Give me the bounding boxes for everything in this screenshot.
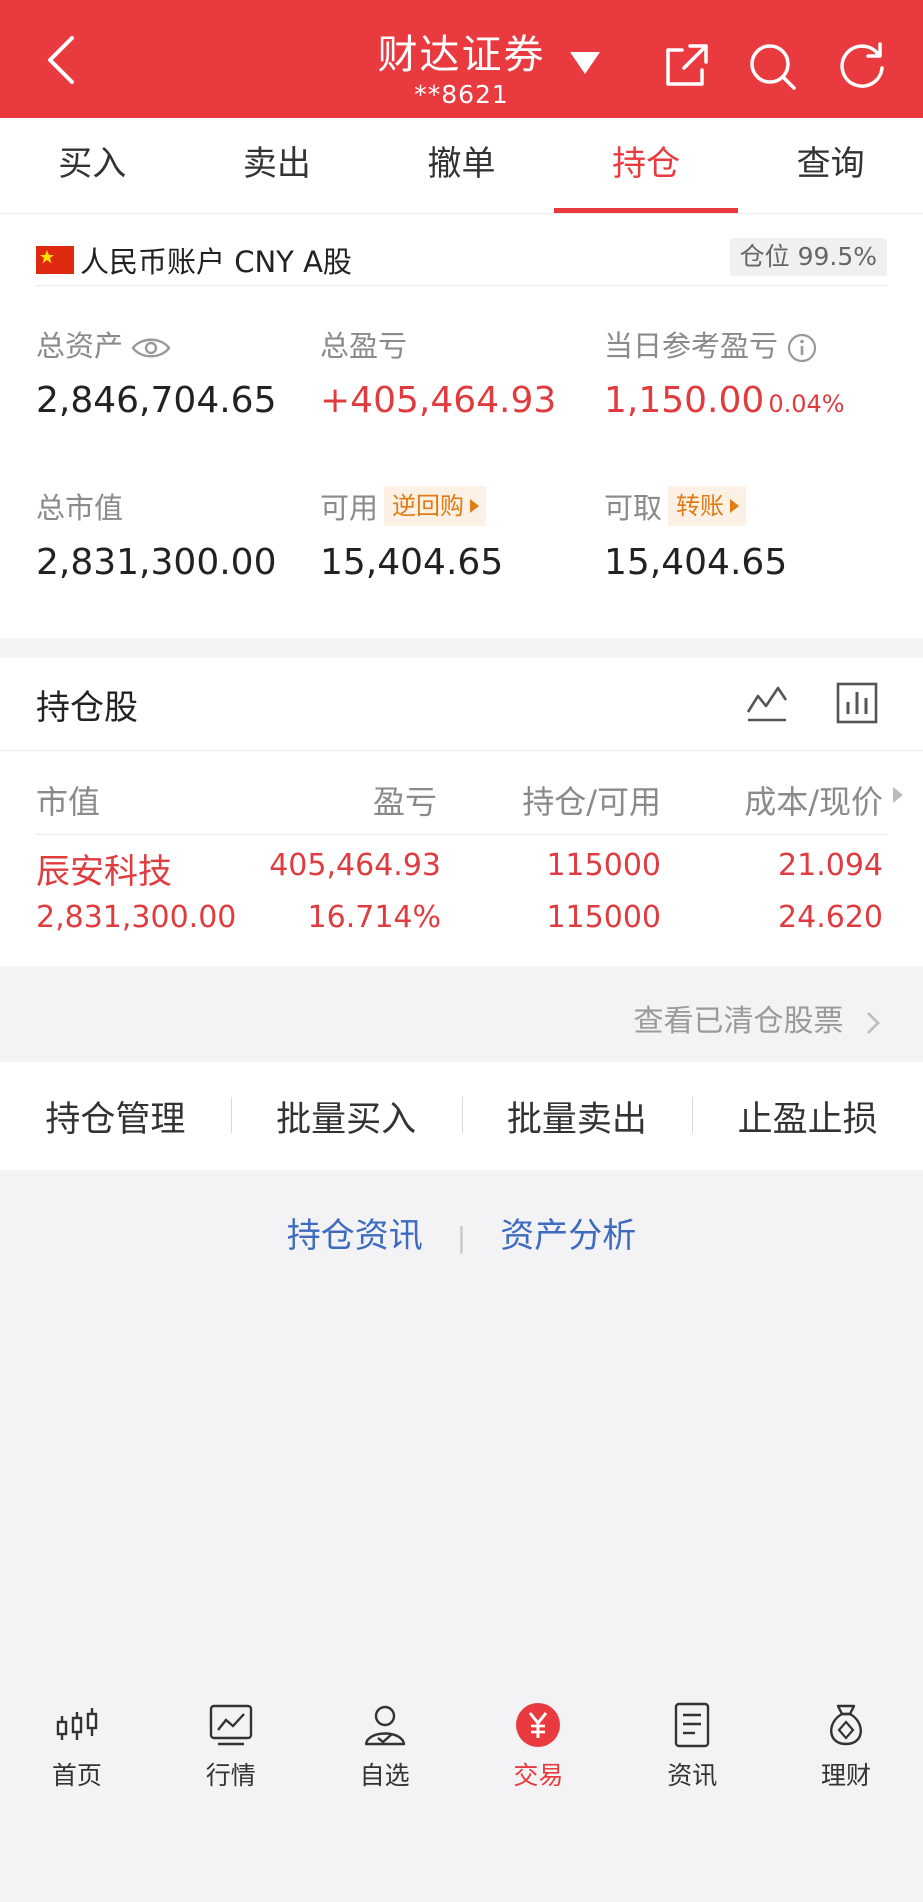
col-position: 持仓/可用 bbox=[522, 783, 661, 821]
share-icon[interactable] bbox=[660, 40, 712, 92]
home-indicator-area bbox=[0, 1860, 923, 1902]
col-market-value: 市值 bbox=[36, 783, 101, 821]
daily-pnl-label: 当日参考盈亏 bbox=[604, 329, 779, 363]
info-links: 持仓资讯 | 资产分析 bbox=[0, 1208, 923, 1257]
holdings-header: 市值 盈亏 持仓/可用 成本/现价 bbox=[0, 750, 923, 830]
chevron-right-icon[interactable] bbox=[891, 785, 905, 805]
stock-cost: 21.094 bbox=[778, 848, 883, 883]
divider bbox=[36, 834, 887, 835]
cleared-stocks-link[interactable]: 查看已清仓股票 bbox=[633, 996, 883, 1040]
info-icon[interactable] bbox=[786, 332, 818, 364]
tab-sell[interactable]: 卖出 bbox=[185, 118, 370, 213]
nav-wealth[interactable]: 理财 bbox=[769, 1700, 923, 1810]
link-divider: | bbox=[456, 1221, 467, 1254]
stat-available: 可用 逆回购 15,404.65 bbox=[320, 486, 503, 583]
caret-down-icon[interactable] bbox=[566, 48, 604, 78]
tab-positions[interactable]: 持仓 bbox=[553, 118, 739, 213]
daily-pnl-value: 1,150.00 bbox=[604, 380, 765, 421]
account-label: 人民币账户 CNY A股 bbox=[80, 245, 352, 279]
nav-home-label: 首页 bbox=[51, 1761, 102, 1790]
chart-icon bbox=[209, 1704, 252, 1746]
total-assets-value: 2,846,704.65 bbox=[36, 380, 277, 421]
line-chart-icon[interactable] bbox=[744, 680, 790, 726]
holdings-title: 持仓股 bbox=[36, 688, 138, 728]
stop-profit-loss-button[interactable]: 止盈止损 bbox=[692, 1091, 923, 1142]
withdrawable-value: 15,404.65 bbox=[604, 542, 788, 583]
stat-total-pnl: 总盈亏 +405,464.93 bbox=[320, 324, 556, 421]
tab-buy[interactable]: 买入 bbox=[0, 118, 185, 213]
tab-query[interactable]: 查询 bbox=[738, 118, 923, 213]
money-bag-icon bbox=[830, 1704, 862, 1746]
china-flag-icon bbox=[36, 246, 74, 274]
position-management-button[interactable]: 持仓管理 bbox=[0, 1091, 231, 1142]
app-header: 财达证券 **8621 bbox=[0, 0, 923, 118]
account-selector[interactable]: 人民币账户 CNY A股 仓位 99.5% bbox=[36, 236, 887, 286]
nav-watchlist[interactable]: 自选 bbox=[308, 1700, 462, 1810]
position-ratio-badge: 仓位 99.5% bbox=[729, 238, 887, 276]
withdrawable-label: 可取 bbox=[604, 491, 663, 525]
market-value-value: 2,831,300.00 bbox=[36, 542, 277, 583]
asset-analysis-link[interactable]: 资产分析 bbox=[500, 1216, 636, 1256]
nav-watchlist-label: 自选 bbox=[359, 1761, 410, 1790]
yuan-icon bbox=[516, 1703, 561, 1747]
nav-news-label: 资讯 bbox=[667, 1761, 718, 1790]
transfer-button[interactable]: 转账 bbox=[668, 486, 747, 526]
position-news-link[interactable]: 持仓资讯 bbox=[287, 1216, 423, 1256]
chevron-right-icon bbox=[867, 1011, 880, 1034]
bottom-nav: 首页 行情 自选 交易 资讯 理财 bbox=[0, 1700, 923, 1810]
available-label: 可用 bbox=[320, 491, 379, 525]
holdings-section: 持仓股 市值 盈亏 持仓/可用 成本/现价 辰安科技 405,464.93 11… bbox=[0, 658, 923, 966]
nav-news[interactable]: 资讯 bbox=[615, 1700, 769, 1810]
stock-position: 115000 bbox=[546, 848, 661, 883]
refresh-icon[interactable] bbox=[836, 40, 888, 92]
reverse-repo-button[interactable]: 逆回购 bbox=[384, 486, 487, 526]
stock-name: 辰安科技 bbox=[36, 852, 172, 892]
nav-trade[interactable]: 交易 bbox=[461, 1700, 615, 1810]
account-summary: 人民币账户 CNY A股 仓位 99.5% 总资产 2,846,704.65 总… bbox=[0, 214, 923, 638]
bar-chart-icon[interactable] bbox=[834, 680, 880, 726]
document-icon bbox=[675, 1702, 710, 1748]
stock-available: 115000 bbox=[546, 900, 661, 935]
batch-buy-button[interactable]: 批量买入 bbox=[230, 1091, 462, 1142]
eye-icon[interactable] bbox=[131, 335, 171, 361]
nav-market[interactable]: 行情 bbox=[154, 1700, 308, 1810]
stock-price: 24.620 bbox=[778, 900, 883, 935]
stat-withdrawable: 可取 转账 15,404.65 bbox=[604, 486, 787, 583]
available-value: 15,404.65 bbox=[320, 542, 504, 583]
cleared-stocks-row: 查看已清仓股票 bbox=[0, 966, 923, 1062]
search-icon[interactable] bbox=[746, 40, 798, 92]
daily-pnl-pct: 0.04% bbox=[768, 390, 845, 418]
trade-tabs: 买入 卖出 撤单 持仓 查询 bbox=[0, 118, 923, 214]
user-check-icon bbox=[364, 1705, 405, 1746]
total-assets-label: 总资产 bbox=[36, 329, 124, 363]
position-actions: 持仓管理 批量买入 批量卖出 止盈止损 bbox=[0, 1062, 923, 1170]
cleared-stocks-label: 查看已清仓股票 bbox=[633, 1004, 844, 1039]
stock-pnl-pct: 16.714% bbox=[307, 900, 441, 935]
stat-daily-pnl: 当日参考盈亏 1,150.00 0.04% bbox=[604, 324, 845, 421]
market-value-label: 总市值 bbox=[36, 491, 124, 525]
total-pnl-value: +405,464.93 bbox=[320, 380, 557, 421]
tab-cancel-order[interactable]: 撤单 bbox=[369, 118, 554, 213]
table-row[interactable]: 辰安科技 405,464.93 115000 21.094 bbox=[0, 848, 923, 898]
batch-sell-button[interactable]: 批量卖出 bbox=[461, 1091, 693, 1142]
stock-pnl: 405,464.93 bbox=[269, 848, 441, 883]
col-pnl: 盈亏 bbox=[372, 783, 437, 821]
nav-wealth-label: 理财 bbox=[821, 1761, 872, 1790]
col-cost-price[interactable]: 成本/现价 bbox=[744, 777, 883, 823]
candlestick-icon bbox=[56, 1708, 98, 1740]
nav-home[interactable]: 首页 bbox=[0, 1700, 154, 1810]
nav-market-label: 行情 bbox=[205, 1761, 256, 1790]
nav-trade-label: 交易 bbox=[513, 1761, 564, 1790]
stock-market-value: 2,831,300.00 bbox=[36, 900, 237, 935]
stat-total-assets: 总资产 2,846,704.65 bbox=[36, 324, 276, 421]
stat-market-value: 总市值 2,831,300.00 bbox=[36, 486, 276, 583]
table-row[interactable]: 2,831,300.00 16.714% 115000 24.620 bbox=[0, 900, 923, 950]
total-pnl-label: 总盈亏 bbox=[320, 329, 408, 363]
